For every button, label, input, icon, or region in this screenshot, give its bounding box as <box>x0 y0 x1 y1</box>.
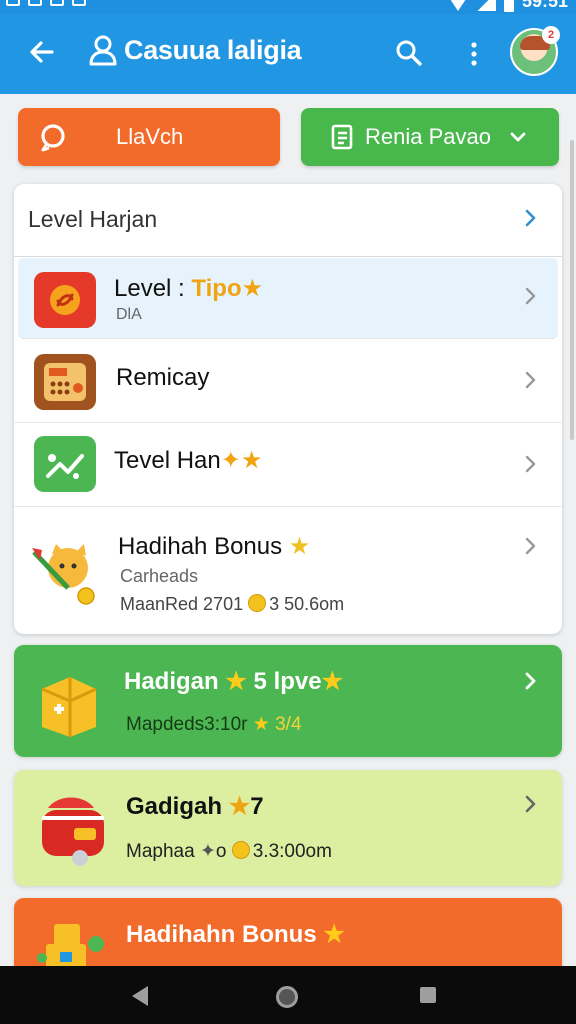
swirl-icon <box>34 272 96 328</box>
bonus-card-hadigan[interactable]: Hadigan ★ 5 lpve★ Mapdeds3:10r ★ 3/4 <box>14 645 562 757</box>
app-bar: Casuua laligia 2 <box>0 14 576 94</box>
list-item-sub: Carheads <box>120 566 199 586</box>
bonus-title-suffix: 5 lpve <box>253 668 322 695</box>
star-icon: ★ <box>225 668 247 695</box>
chevron-right-icon <box>525 287 536 305</box>
list-item-hadihah-bonus[interactable]: Hadihah Bonus ★ Carheads MaanRed 2701 3 … <box>14 506 562 634</box>
card-title: Level Harjan <box>28 206 158 232</box>
nav-recent-icon[interactable] <box>420 987 436 1003</box>
nav-back-icon[interactable] <box>132 986 148 1006</box>
secondary-action-button[interactable]: Renia Pavao <box>301 108 559 166</box>
chevron-right-icon <box>525 537 536 555</box>
meta-prefix: MaanRed 2701 <box>120 594 244 614</box>
nav-home-icon[interactable] <box>276 986 298 1008</box>
list-item-tevel-han[interactable]: Tevel Han✦★ <box>14 422 562 507</box>
list-item-label: Hadihah Bonus ★ <box>118 532 310 561</box>
chat-search-icon <box>41 124 65 152</box>
secondary-action-label: Renia Pavao <box>365 124 491 149</box>
level-list-card: Level Harjan Level : Tipo★ DlA Remicay T… <box>14 184 562 634</box>
coin-icon <box>231 841 250 859</box>
list-item-remicay[interactable]: Remicay <box>14 340 562 423</box>
system-nav-bar <box>0 966 576 1024</box>
clock: 59:51 <box>521 0 568 11</box>
chevron-down-icon <box>510 132 526 142</box>
chevron-right-icon <box>525 795 536 813</box>
coin-icon <box>248 594 267 612</box>
list-item-label: Remicay <box>116 364 210 391</box>
list-item-label: Level : Tipo★ <box>114 274 263 303</box>
status-bar: 59:51 <box>0 0 576 14</box>
notification-icon <box>6 0 20 6</box>
star-icon: ★ <box>321 668 344 695</box>
page-title: Casuua laligia <box>124 34 302 65</box>
wifi-icon <box>449 0 466 11</box>
star-icon: ★ <box>241 275 264 302</box>
list-item-sub: DlA <box>116 306 142 323</box>
meta-value: 3 50.6om <box>269 594 345 614</box>
chevron-right-icon <box>525 371 536 389</box>
bonus-title-text: Hadihahn Bonus <box>126 921 317 948</box>
pin-icon: ✦ <box>199 841 216 862</box>
level-highlight: Tipo <box>191 275 242 302</box>
bonus-title-suffix: 7 <box>250 793 264 820</box>
back-arrow-icon[interactable] <box>26 36 58 68</box>
search-icon[interactable] <box>394 38 424 68</box>
star-icon: ★ <box>288 533 311 560</box>
star-icon: ★ <box>323 921 345 948</box>
more-vert-icon[interactable] <box>464 40 484 68</box>
chevron-right-icon <box>525 455 536 473</box>
system-icons: 59:51 <box>449 0 568 15</box>
bonus-title-text: Gadigah <box>126 793 223 820</box>
bonus-label: Hadihah Bonus <box>118 533 283 560</box>
primary-action-button[interactable]: LlaVch <box>18 108 280 166</box>
bonus-title: Gadigah ★7 <box>126 792 264 821</box>
tevel-label: Tevel Han <box>114 447 221 474</box>
bonus-sub-prefix: Maphaa <box>126 841 195 862</box>
primary-action-label: LlaVch <box>116 124 184 149</box>
notification-icon <box>28 0 42 6</box>
bonus-sub-value: 3/4 <box>275 714 302 735</box>
calculator-icon <box>34 354 96 410</box>
star-icon: ★ <box>228 793 251 820</box>
document-icon <box>331 124 353 150</box>
star-icon: ★ <box>252 714 270 735</box>
list-item-level[interactable]: Level : Tipo★ DlA <box>18 258 558 339</box>
cat-arrow-icon <box>28 534 100 606</box>
level-label: Level : <box>114 275 192 302</box>
bonus-title: Hadigan ★ 5 lpve★ <box>124 667 343 696</box>
battery-icon <box>503 0 514 12</box>
bonus-sub: Mapdeds3:10r ★ 3/4 <box>126 713 302 736</box>
list-item-meta: MaanRed 2701 3 50.6om <box>120 594 344 615</box>
bonus-sub-value: 3.3:00om <box>252 841 332 862</box>
scrollbar[interactable] <box>570 140 574 440</box>
bonus-title: Hadihahn Bonus ★ <box>126 920 345 949</box>
user-icon <box>89 35 117 66</box>
gift-box-icon <box>36 663 102 744</box>
avatar[interactable]: 2 <box>510 26 560 76</box>
card-header[interactable]: Level Harjan <box>14 184 562 257</box>
title-group: Casuua laligia <box>88 34 302 66</box>
red-bag-icon <box>34 788 108 873</box>
chevron-right-icon <box>525 672 536 690</box>
signal-icon <box>473 0 496 11</box>
bonus-sub-mid: 3:10r <box>204 714 248 735</box>
sparkle-icon: ✦★ <box>220 447 263 474</box>
notification-icon <box>72 0 86 6</box>
grow-chart-icon <box>34 436 96 492</box>
notification-icons <box>6 0 86 6</box>
list-item-label: Tevel Han✦★ <box>114 446 262 475</box>
notification-icon <box>50 0 64 6</box>
bonus-title-text: Hadigan <box>124 668 219 695</box>
bonus-sub: Maphaa ✦o 3.3:00om <box>126 841 332 862</box>
chevron-right-icon <box>525 209 536 227</box>
bonus-sub-prefix: Mapdeds <box>126 714 205 735</box>
bonus-card-gadigah[interactable]: Gadigah ★7 Maphaa ✦o 3.3:00om <box>14 770 562 886</box>
notification-badge: 2 <box>542 26 560 44</box>
